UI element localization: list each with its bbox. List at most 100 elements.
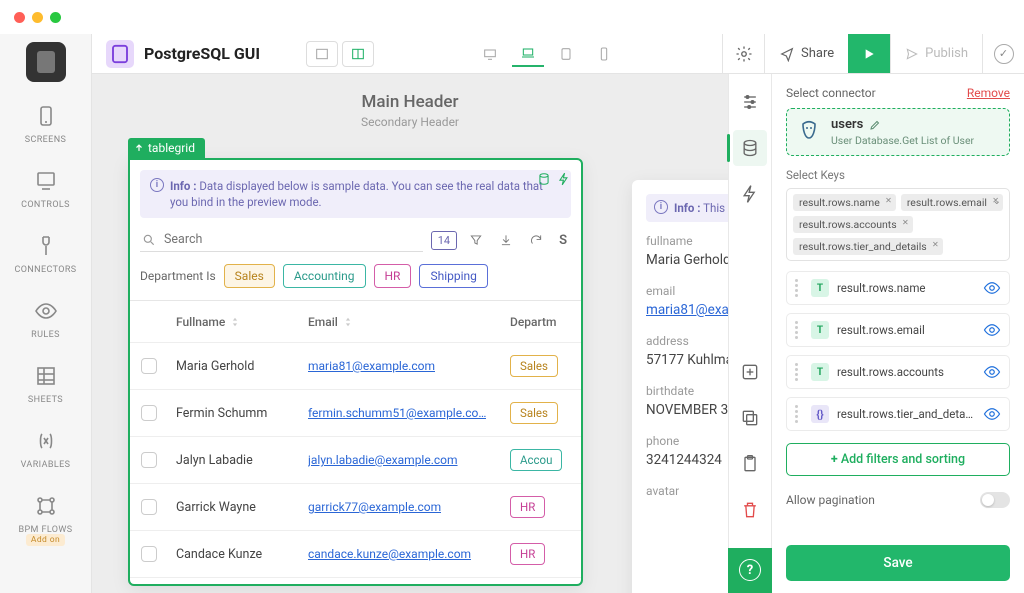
share-button[interactable]: Share (764, 34, 848, 73)
rail-sliders-icon[interactable] (733, 84, 767, 120)
refresh-icon[interactable] (525, 233, 547, 247)
rail-database-icon[interactable] (733, 130, 767, 166)
settings-icon[interactable] (722, 34, 764, 73)
bolt-icon[interactable] (557, 172, 571, 186)
cell-email[interactable]: jalyn.labadie@example.com (308, 453, 458, 467)
key-type-badge: T (811, 363, 829, 381)
key-item[interactable]: Tresult.rows.name (786, 271, 1010, 305)
key-tag[interactable]: result.rows.email (901, 194, 1003, 211)
key-name: result.rows.accounts (837, 365, 975, 379)
key-tag[interactable]: result.rows.name (793, 194, 896, 211)
visibility-icon[interactable] (983, 279, 1001, 297)
publish-button[interactable]: Publish (890, 34, 982, 73)
publish-label: Publish (925, 46, 968, 61)
remove-connector-link[interactable]: Remove (967, 86, 1010, 100)
app-logo-icon (106, 40, 134, 68)
download-icon[interactable] (495, 233, 517, 247)
search-input[interactable] (164, 232, 421, 247)
cell-email[interactable]: garrick77@example.com (308, 500, 441, 514)
visibility-icon[interactable] (983, 363, 1001, 381)
col-fullname[interactable]: Fullname (168, 315, 300, 329)
key-item[interactable]: Tresult.rows.email (786, 313, 1010, 347)
drag-handle-icon[interactable] (795, 279, 803, 297)
search-box[interactable] (140, 228, 423, 252)
maximize-dot[interactable] (50, 12, 61, 23)
table-row[interactable]: Fermin Schummfermin.schumm51@example.co…… (130, 390, 581, 437)
device-tablet-icon[interactable] (550, 41, 582, 67)
rail-paste-icon[interactable] (733, 446, 767, 482)
filter-icon[interactable] (465, 233, 487, 247)
key-item[interactable]: {}result.rows.tier_and_detai… (786, 397, 1010, 431)
nav-connectors[interactable]: CONNECTORS (0, 224, 91, 287)
database-icon[interactable] (537, 172, 551, 186)
table-row[interactable]: Jalyn Labadiejalyn.labadie@example.comAc… (130, 437, 581, 484)
connector-card[interactable]: users User Database.Get List of User (786, 108, 1010, 156)
row-checkbox[interactable] (141, 546, 157, 562)
keys-multiselect[interactable]: result.rows.name result.rows.email result.… (786, 188, 1010, 261)
close-dot[interactable] (14, 12, 25, 23)
drag-handle-icon[interactable] (795, 363, 803, 381)
row-checkbox[interactable] (141, 452, 157, 468)
brand-icon[interactable] (26, 42, 66, 82)
key-tag[interactable]: result.rows.tier_and_details (793, 238, 943, 255)
rail-add-icon[interactable] (733, 354, 767, 390)
field-value[interactable]: maria81@exam (646, 302, 728, 318)
nav-rules[interactable]: RULES (0, 289, 91, 352)
component-tag[interactable]: tablegrid (128, 138, 205, 158)
device-laptop-icon[interactable] (512, 41, 544, 67)
preview-play-button[interactable] (848, 34, 890, 73)
chip-hr[interactable]: HR (374, 264, 412, 288)
layout-split-icon[interactable] (342, 41, 374, 67)
drag-handle-icon[interactable] (795, 321, 803, 339)
rail-actions-icon[interactable] (733, 176, 767, 212)
key-name: result.rows.email (837, 323, 975, 337)
cell-email[interactable]: fermin.schumm51@example.co… (308, 406, 486, 420)
key-type-badge: T (811, 279, 829, 297)
nav-screens[interactable]: SCREENS (0, 94, 91, 157)
cell-email[interactable]: candace.kunze@example.com (308, 547, 471, 561)
drag-handle-icon[interactable] (795, 405, 803, 423)
row-checkbox[interactable] (141, 405, 157, 421)
select-keys-label: Select Keys (786, 168, 1010, 182)
table-row[interactable]: Maria Gerholdmaria81@example.comSales (130, 343, 581, 390)
nav-sheets[interactable]: SHEETS (0, 354, 91, 417)
table-row[interactable]: Garrick Waynegarrick77@example.comHR (130, 484, 581, 531)
rail-help-button[interactable]: ? (728, 548, 772, 593)
addon-badge: Add on (26, 534, 65, 546)
col-department[interactable]: Departm (502, 315, 572, 329)
key-type-badge: T (811, 321, 829, 339)
info-icon: i (654, 200, 668, 214)
edit-icon[interactable] (869, 119, 881, 131)
pagination-toggle[interactable] (980, 492, 1010, 508)
row-checkbox[interactable] (141, 358, 157, 374)
row-checkbox[interactable] (141, 499, 157, 515)
table-row[interactable]: Candace Kunzecandace.kunze@example.comHR (130, 531, 581, 578)
nav-label: RULES (31, 330, 60, 340)
nav-controls[interactable]: CONTROLS (0, 159, 91, 222)
nav-variables[interactable]: VARIABLES (0, 419, 91, 482)
col-email[interactable]: Email (300, 315, 502, 329)
variables-icon (34, 429, 58, 453)
rail-delete-icon[interactable] (733, 492, 767, 528)
info-banner: i Info : Data displayed below is sample … (140, 170, 571, 218)
chip-shipping[interactable]: Shipping (419, 264, 487, 288)
key-tag[interactable]: result.rows.accounts (793, 216, 913, 233)
chip-accounting[interactable]: Accounting (283, 264, 366, 288)
save-button[interactable]: Save (786, 545, 1010, 581)
visibility-icon[interactable] (983, 321, 1001, 339)
canvas-main-header: Main Header (92, 92, 728, 112)
device-desktop-icon[interactable] (474, 41, 506, 67)
minimize-dot[interactable] (32, 12, 43, 23)
add-filters-button[interactable]: + Add filters and sorting (786, 443, 1010, 476)
settings-shortcut[interactable]: S (555, 233, 571, 248)
device-phone-icon[interactable] (588, 41, 620, 67)
visibility-icon[interactable] (983, 405, 1001, 423)
rail-copy-icon[interactable] (733, 400, 767, 436)
chip-sales[interactable]: Sales (224, 264, 275, 288)
layout-single-icon[interactable] (306, 41, 338, 67)
nav-bpm-flows[interactable]: BPM FLOWS Add on (0, 484, 91, 547)
key-item[interactable]: Tresult.rows.accounts (786, 355, 1010, 389)
status-check-icon[interactable]: ✓ (982, 34, 1024, 73)
cell-email[interactable]: maria81@example.com (308, 359, 435, 373)
tablegrid-component[interactable]: tablegrid i Info : Data displayed below … (128, 158, 583, 586)
